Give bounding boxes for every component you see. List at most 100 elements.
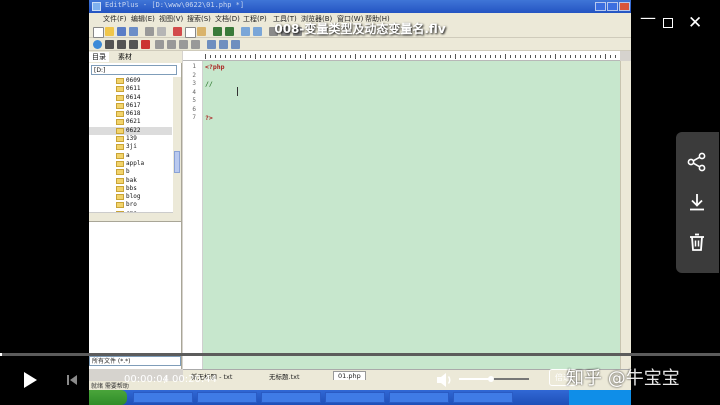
ruler-tick <box>340 55 341 58</box>
volume-knob[interactable] <box>487 376 494 382</box>
total-time: 00:20:44 <box>172 374 217 385</box>
ruler-tick <box>605 54 606 59</box>
taskbar-button <box>325 392 385 403</box>
video-title: 008-变量类型及动态变量名.flv <box>274 22 446 36</box>
ruler-tick <box>415 55 416 58</box>
folder-item: a <box>89 152 172 160</box>
directory-panel: 目录 素材 [D:] 0609 0611 0614 0617 0618 0621 0622 1… <box>89 51 182 369</box>
ruler-tick <box>270 55 271 58</box>
folder-icon <box>116 185 124 192</box>
ruler-tick <box>440 55 441 58</box>
ruler-tick <box>255 54 256 59</box>
ruler-tick <box>405 54 406 59</box>
ruler-tick <box>500 55 501 58</box>
folder-icon <box>116 194 124 201</box>
ruler-tick <box>240 55 241 58</box>
progress-track[interactable] <box>0 353 720 356</box>
folder-item: 3ji <box>89 143 172 151</box>
ruler-tick <box>520 55 521 58</box>
volume-fill <box>459 378 491 380</box>
ruler-tick <box>615 55 616 58</box>
ruler-tick <box>530 55 531 58</box>
folder-item: 0621 <box>89 118 172 126</box>
editplus-app-icon <box>92 2 101 11</box>
code-editor: <?php // ?> <box>203 61 620 369</box>
folder-label: b <box>126 168 130 176</box>
folder-item: bro <box>89 201 172 209</box>
taskbar-button <box>261 392 321 403</box>
ruler-tick <box>610 55 611 58</box>
ruler-tick <box>280 55 281 58</box>
ruler-tick <box>235 55 236 58</box>
ruler-tick <box>540 55 541 58</box>
ruler-tick <box>485 55 486 58</box>
ruler-tick <box>410 55 411 58</box>
ruler-tick <box>300 55 301 58</box>
ruler-tick <box>260 55 261 58</box>
ruler-tick <box>460 55 461 58</box>
folder-icon <box>116 152 124 159</box>
line-number: 2 <box>192 71 196 79</box>
folder-label: a <box>126 151 130 159</box>
ruler-tick <box>445 55 446 58</box>
progress-fill <box>0 353 3 356</box>
play-icon[interactable] <box>24 372 37 388</box>
recorded-window-titlebar: EditPlus - [D:\www\0622\01.php *] <box>89 0 631 13</box>
ruler-tick <box>375 55 376 58</box>
ruler-tick <box>250 55 251 58</box>
ruler-tick <box>275 55 276 58</box>
file-list <box>89 221 181 356</box>
ruler-tick <box>420 55 421 58</box>
share-icon[interactable] <box>686 151 708 173</box>
folder-icon <box>116 78 124 84</box>
ruler-tick <box>480 55 481 58</box>
folder-label: 0609 <box>126 77 141 84</box>
recorded-maximize-icon <box>607 2 618 11</box>
ruler-tick <box>455 54 456 59</box>
folder-item: 0617 <box>89 102 172 110</box>
recorded-close-icon <box>619 2 630 11</box>
ruler-tick <box>360 55 361 58</box>
ruler-tick <box>475 55 476 58</box>
recorded-minimize-icon <box>595 2 606 11</box>
ruler-tick <box>545 55 546 58</box>
folder-item: 0614 <box>89 94 172 102</box>
taskbar-button <box>453 392 513 403</box>
folder-icon <box>116 86 124 93</box>
table-icon <box>207 40 216 49</box>
ruler-tick <box>425 55 426 58</box>
folder-label: 0614 <box>126 93 141 101</box>
time-separator: / <box>164 374 168 385</box>
maximize-icon[interactable] <box>663 18 673 28</box>
download-icon[interactable] <box>686 191 708 213</box>
ruler-tick <box>215 55 216 58</box>
ruler-tick <box>515 55 516 58</box>
folder-icon <box>116 102 124 109</box>
ruler-tick <box>470 55 471 58</box>
ruler-tick <box>230 55 231 58</box>
ruler-tick <box>555 54 556 59</box>
skip-previous-icon[interactable] <box>66 374 78 386</box>
ruler-tick <box>390 55 391 58</box>
video-frame[interactable]: EditPlus - [D:\www\0622\01.php *] 文件(F) … <box>89 0 631 405</box>
ruler-tick <box>365 55 366 58</box>
action-side-panel <box>676 132 719 273</box>
folder-icon <box>116 202 124 209</box>
volume-icon[interactable] <box>436 372 454 388</box>
close-icon[interactable]: ✕ <box>688 13 702 33</box>
minimize-icon[interactable]: — <box>640 8 656 27</box>
folder-item: 0622 <box>89 126 172 136</box>
recorded-toolbar-html <box>89 38 631 51</box>
folder-label: bbs <box>126 184 137 192</box>
underline-icon <box>129 40 138 49</box>
folder-label: 0621 <box>126 118 141 126</box>
ruler-tick <box>525 55 526 58</box>
trash-icon[interactable] <box>686 231 708 253</box>
ruler-tick <box>590 55 591 58</box>
watermark: 知乎 @牛宝宝 <box>566 368 680 389</box>
folder-label: 139 <box>126 135 137 143</box>
ruler-tick <box>385 55 386 58</box>
code-line: ?> <box>205 114 213 122</box>
ruler-tick <box>450 55 451 58</box>
recorded-window-title: EditPlus - [D:\www\0622\01.php *] <box>105 1 245 9</box>
